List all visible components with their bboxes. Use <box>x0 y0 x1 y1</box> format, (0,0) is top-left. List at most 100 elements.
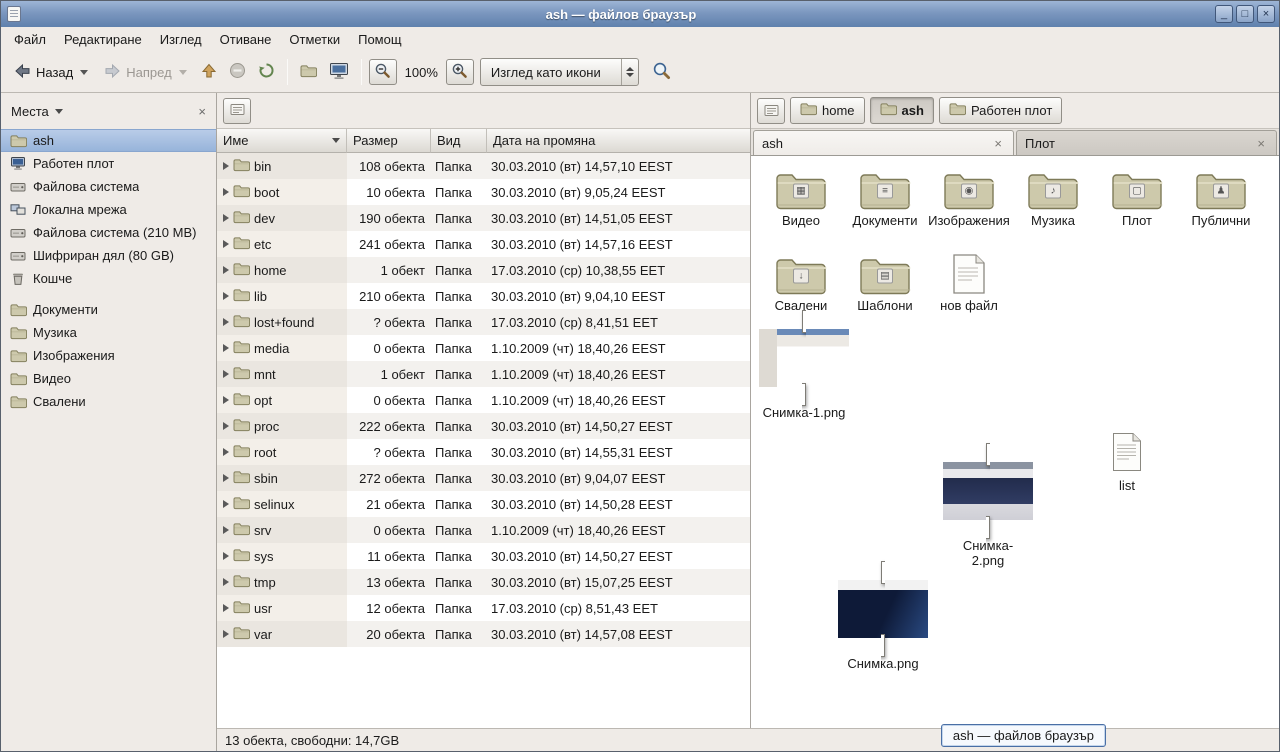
tab-close-icon[interactable]: × <box>1254 136 1268 151</box>
sidebar-item-music[interactable]: Музика <box>1 321 216 344</box>
icon-item-public[interactable]: ♟ Публични <box>1179 168 1263 229</box>
table-row[interactable]: boot 10 обекта Папка 30.03.2010 (вт) 9,0… <box>217 179 750 205</box>
up-button[interactable] <box>196 58 222 87</box>
icon-item-pictures[interactable]: ◉ Изображения <box>927 168 1011 229</box>
expander-icon[interactable] <box>223 630 229 638</box>
close-button[interactable]: × <box>1257 5 1275 23</box>
expander-icon[interactable] <box>223 344 229 352</box>
sidebar-close-button[interactable]: × <box>194 103 210 120</box>
forward-button[interactable]: Напред <box>97 57 193 88</box>
icon-view-area[interactable]: ▦ Видео ≡ Документи ◉ Изображения ♪ Музи… <box>751 156 1279 728</box>
sidebar-item-local-network[interactable]: Локална мрежа <box>1 198 216 221</box>
table-row[interactable]: sys 11 обекта Папка 30.03.2010 (вт) 14,5… <box>217 543 750 569</box>
expander-icon[interactable] <box>223 188 229 196</box>
computer-button[interactable] <box>324 57 354 88</box>
table-row[interactable]: sbin 272 обекта Папка 30.03.2010 (вт) 9,… <box>217 465 750 491</box>
menu-go[interactable]: Отиване <box>211 29 281 50</box>
location-toggle-button[interactable] <box>223 98 251 124</box>
table-row[interactable]: lost+found ? обекта Папка 17.03.2010 (ср… <box>217 309 750 335</box>
icon-item-documents[interactable]: ≡ Документи <box>843 168 927 229</box>
expander-icon[interactable] <box>223 578 229 586</box>
sidebar-item-documents[interactable]: Документи <box>1 298 216 321</box>
expander-icon[interactable] <box>223 318 229 326</box>
zoom-out-button[interactable] <box>369 59 397 85</box>
icon-item-music[interactable]: ♪ Музика <box>1011 168 1095 229</box>
table-row[interactable]: media 0 обекта Папка 1.10.2009 (чт) 18,4… <box>217 335 750 361</box>
table-row[interactable]: srv 0 обекта Папка 1.10.2009 (чт) 18,40,… <box>217 517 750 543</box>
breadcrumb-ash[interactable]: ash <box>870 97 934 124</box>
maximize-button[interactable]: □ <box>1236 5 1254 23</box>
sidebar-item-video[interactable]: Видео <box>1 367 216 390</box>
table-row[interactable]: dev 190 обекта Папка 30.03.2010 (вт) 14,… <box>217 205 750 231</box>
table-row[interactable]: tmp 13 обекта Папка 30.03.2010 (вт) 15,0… <box>217 569 750 595</box>
expander-icon[interactable] <box>223 370 229 378</box>
column-header-size[interactable]: Размер <box>347 129 431 153</box>
icon-item-templates[interactable]: ▤ Шаблони <box>843 253 927 314</box>
sidebar-title[interactable]: Места <box>11 104 49 119</box>
expander-icon[interactable] <box>223 162 229 170</box>
table-row[interactable]: etc 241 обекта Папка 30.03.2010 (вт) 14,… <box>217 231 750 257</box>
table-row[interactable]: var 20 обекта Папка 30.03.2010 (вт) 14,5… <box>217 621 750 647</box>
breadcrumb-desktop[interactable]: Работен плот <box>939 97 1062 124</box>
icon-item-snimka-1-png[interactable]: Снимка-1.png <box>759 314 849 421</box>
sidebar-item-pictures[interactable]: Изображения <box>1 344 216 367</box>
expander-icon[interactable] <box>223 292 229 300</box>
icon-item-snimka-2-png[interactable]: Снимка-2.png <box>958 447 1018 569</box>
expander-icon[interactable] <box>223 422 229 430</box>
table-row[interactable]: opt 0 обекта Папка 1.10.2009 (чт) 18,40,… <box>217 387 750 413</box>
back-history-chevron-icon[interactable] <box>80 70 88 75</box>
sidebar-item-desktop[interactable]: Работен плот <box>1 152 216 175</box>
table-row[interactable]: lib 210 обекта Папка 30.03.2010 (вт) 9,0… <box>217 283 750 309</box>
expander-icon[interactable] <box>223 448 229 456</box>
icon-item-video[interactable]: ▦ Видео <box>759 168 843 229</box>
expander-icon[interactable] <box>223 604 229 612</box>
column-header-type[interactable]: Вид <box>431 129 487 153</box>
table-row[interactable]: proc 222 обекта Папка 30.03.2010 (вт) 14… <box>217 413 750 439</box>
icon-item-new-file[interactable]: нов файл <box>927 253 1011 314</box>
search-button[interactable] <box>647 56 676 88</box>
sidebar-item-ash[interactable]: ash <box>1 129 216 152</box>
icon-item-list[interactable]: list <box>1073 432 1181 494</box>
table-row[interactable]: root ? обекта Папка 30.03.2010 (вт) 14,5… <box>217 439 750 465</box>
table-row[interactable]: bin 108 обекта Папка 30.03.2010 (вт) 14,… <box>217 153 750 179</box>
sidebar-item-filesystem[interactable]: Файлова система <box>1 175 216 198</box>
minimize-button[interactable]: _ <box>1215 5 1233 23</box>
menu-edit[interactable]: Редактиране <box>55 29 151 50</box>
table-row[interactable]: usr 12 обекта Папка 17.03.2010 (ср) 8,51… <box>217 595 750 621</box>
reload-button[interactable] <box>253 57 280 87</box>
view-mode-spinner-icon[interactable] <box>621 59 638 85</box>
home-button[interactable] <box>295 59 322 86</box>
expander-icon[interactable] <box>223 266 229 274</box>
titlebar[interactable]: ash — файлов браузър _ □ × <box>1 1 1279 27</box>
sidebar-item-encrypted-80gb[interactable]: Шифриран дял (80 GB) <box>1 244 216 267</box>
stop-button[interactable] <box>224 57 251 87</box>
icon-item-desktop[interactable]: ▢ Плот <box>1095 168 1179 229</box>
icon-item-snimka-png[interactable]: Снимка.png <box>829 565 937 672</box>
menu-file[interactable]: Файл <box>5 29 55 50</box>
sidebar-item-downloads[interactable]: Свалени <box>1 390 216 413</box>
column-header-date[interactable]: Дата на промяна <box>487 129 750 153</box>
sidebar-item-trash[interactable]: Кошче <box>1 267 216 290</box>
menu-help[interactable]: Помощ <box>349 29 410 50</box>
table-row[interactable]: mnt 1 обект Папка 1.10.2009 (чт) 18,40,2… <box>217 361 750 387</box>
table-row[interactable]: home 1 обект Папка 17.03.2010 (ср) 10,38… <box>217 257 750 283</box>
expander-icon[interactable] <box>223 474 229 482</box>
tab-close-icon[interactable]: × <box>991 136 1005 151</box>
menu-bookmarks[interactable]: Отметки <box>280 29 349 50</box>
breadcrumb-home[interactable]: home <box>790 97 865 124</box>
table-row[interactable]: selinux 21 обекта Папка 30.03.2010 (вт) … <box>217 491 750 517</box>
column-header-name[interactable]: Име <box>217 129 347 153</box>
expander-icon[interactable] <box>223 396 229 404</box>
zoom-in-button[interactable] <box>446 59 474 85</box>
tab-plot[interactable]: Плот × <box>1016 130 1277 155</box>
location-toggle-button[interactable] <box>757 98 785 124</box>
tab-ash[interactable]: ash × <box>753 130 1014 155</box>
expander-icon[interactable] <box>223 526 229 534</box>
chevron-down-icon[interactable] <box>55 109 63 114</box>
icon-item-downloads[interactable]: ↓ Свалени <box>759 253 843 314</box>
sidebar-item-filesystem-210mb[interactable]: Файлова система (210 MB) <box>1 221 216 244</box>
expander-icon[interactable] <box>223 240 229 248</box>
menu-view[interactable]: Изглед <box>151 29 211 50</box>
expander-icon[interactable] <box>223 552 229 560</box>
back-button[interactable]: Назад <box>7 57 95 88</box>
